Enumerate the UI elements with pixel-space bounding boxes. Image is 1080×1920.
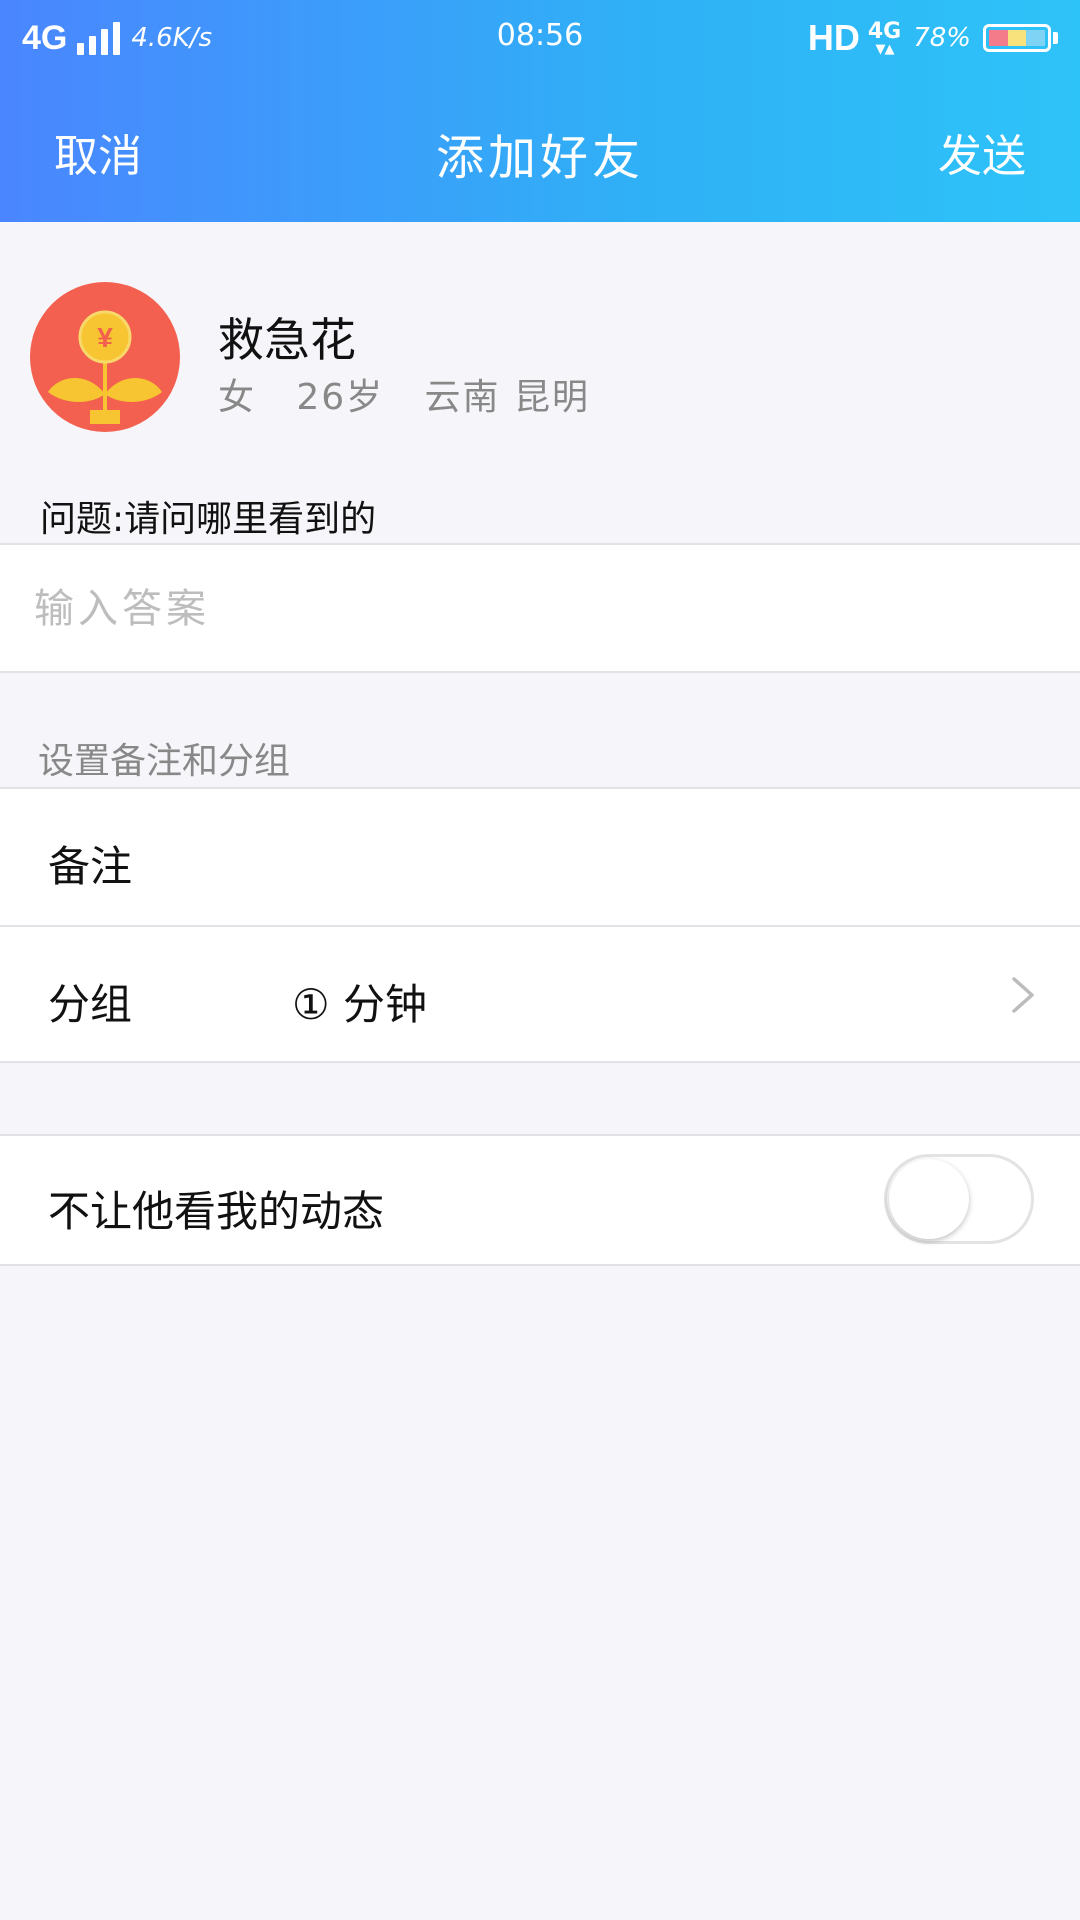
money-plant-icon: ¥ — [48, 310, 162, 424]
remark-row[interactable]: 备注 — [0, 789, 1080, 925]
group-row[interactable]: 分组 ① 分钟 — [0, 925, 1080, 1061]
svg-text:¥: ¥ — [97, 322, 113, 353]
profile-gender: 女 — [218, 377, 257, 418]
profile-age: 26岁 — [296, 377, 385, 418]
toggle-knob — [889, 1159, 969, 1239]
profile-location: 云南 昆明 — [424, 377, 590, 418]
send-button[interactable]: 发送 — [938, 120, 1026, 184]
battery-tip — [1053, 32, 1058, 44]
profile-card: ¥ 救急花 女 26岁 云南 昆明 — [0, 222, 1080, 472]
verification-question: 问题:请问哪里看到的 — [40, 499, 377, 540]
group-value: ① 分钟 — [292, 980, 428, 1029]
profile-name: 救急花 — [218, 313, 356, 367]
status-right: HD 4G ▼▲ 78% — [808, 14, 1058, 62]
hd-indicator: HD — [807, 17, 860, 58]
avatar[interactable]: ¥ — [30, 282, 180, 432]
header: 4G 4.6K/s 08:56 HD 4G ▼▲ 78% 取消 添加好友 发送 — [0, 0, 1080, 222]
profile-info: 女 26岁 云南 昆明 — [218, 368, 590, 420]
chevron-right-icon — [1012, 977, 1034, 1013]
data-activity-icon: 4G ▼▲ — [867, 18, 902, 57]
hide-moments-row: 不让他看我的动态 — [0, 1134, 1080, 1266]
network-type-2: 4G — [867, 18, 902, 44]
nav-bar: 取消 添加好友 发送 — [0, 76, 1080, 222]
page-title: 添加好友 — [435, 130, 644, 186]
battery-icon — [983, 24, 1051, 52]
remark-label: 备注 — [48, 842, 133, 891]
group-label: 分组 — [48, 980, 133, 1029]
settings-list: 备注 分组 ① 分钟 — [0, 787, 1080, 1063]
hide-moments-label: 不让他看我的动态 — [48, 1187, 385, 1236]
battery-percent: 78% — [913, 23, 971, 53]
section-label-remark-group: 设置备注和分组 — [38, 741, 291, 782]
answer-input[interactable] — [32, 575, 1036, 643]
hide-moments-toggle[interactable] — [884, 1154, 1034, 1244]
status-bar: 4G 4.6K/s 08:56 HD 4G ▼▲ 78% — [0, 0, 1080, 76]
answer-row — [0, 543, 1080, 673]
